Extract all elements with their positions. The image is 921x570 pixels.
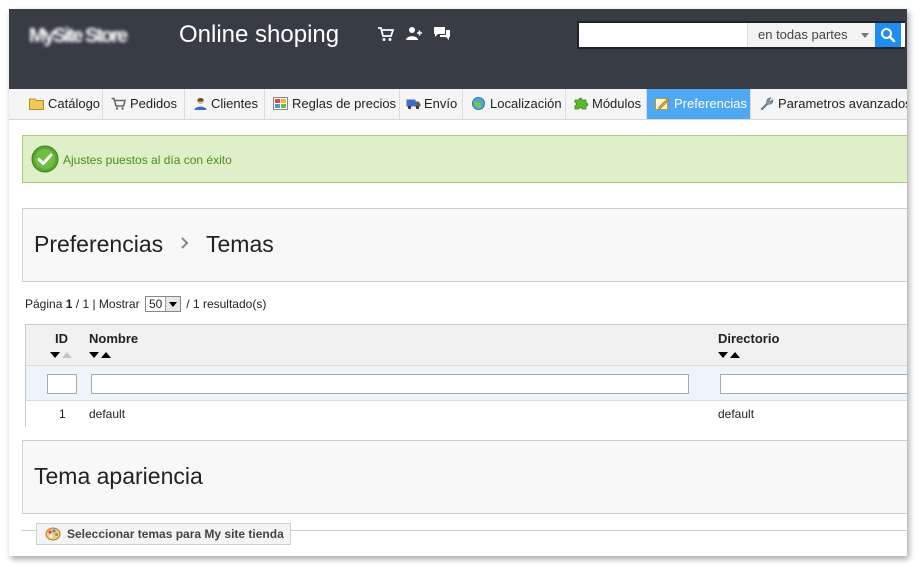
customers-icon[interactable] [405, 25, 423, 43]
per-page-value: 50 [148, 297, 163, 311]
wrench-icon [760, 97, 774, 110]
column-header-nombre: Nombre [89, 331, 139, 346]
cart-icon[interactable] [377, 25, 395, 43]
table-row[interactable]: 1 default default [26, 401, 907, 427]
site-title[interactable]: Online shoping [179, 21, 339, 49]
sort-asc-icon[interactable] [101, 352, 111, 358]
search-scope-select[interactable]: en todas partes [747, 23, 875, 47]
folder-icon [29, 98, 44, 110]
cart-icon [111, 97, 126, 110]
breadcrumb-current: Temas [206, 231, 274, 257]
pager-separator: / [75, 297, 80, 312]
breadcrumb-parent[interactable]: Preferencias [34, 231, 163, 258]
nav-label: Localización [490, 96, 562, 111]
sort-desc-icon[interactable] [718, 352, 728, 358]
preferences-icon [655, 98, 670, 110]
per-page-select[interactable]: 50 [144, 296, 181, 312]
globe-icon [472, 97, 485, 110]
nav-label: Parametros avanzados [778, 96, 907, 111]
filter-row [26, 366, 907, 401]
nav-label: Preferencias [674, 96, 747, 111]
admin-window: MySite Store Online shoping en todas par… [9, 9, 907, 556]
filter-nombre-input[interactable] [91, 374, 689, 394]
messages-icon[interactable] [433, 25, 451, 43]
cell-directorio: default [718, 407, 755, 421]
check-circle-icon [31, 145, 59, 173]
search-button[interactable] [875, 23, 901, 47]
nav-item-parametros-avanzados[interactable]: Parametros avanzados [751, 89, 907, 119]
sort-asc-icon[interactable] [730, 352, 740, 358]
select-themes-legend: Seleccionar temas para My site tienda [36, 523, 291, 545]
alert-message: Ajustes puestos al día con éxito [63, 153, 232, 167]
themes-icon [45, 527, 61, 541]
pager-results: / 1 resultado(s) [186, 297, 267, 312]
user-icon [194, 98, 207, 110]
nav-label: Clientes [211, 96, 258, 111]
pager-current-page: 1 [65, 297, 73, 312]
pager-total-pages: 1 [82, 297, 90, 312]
sort-asc-icon[interactable] [62, 352, 72, 358]
nav-label: Reglas de precios [292, 96, 397, 111]
nav-item-localizacion[interactable]: Localización [463, 89, 566, 119]
search-scope-value: en todas partes [758, 27, 848, 42]
breadcrumb-panel: Preferencias Temas [22, 208, 907, 282]
legend-label: Seleccionar temas para My site tienda [67, 527, 284, 541]
table-header: ID Nombre Directorio [26, 325, 907, 366]
search-icon [881, 28, 896, 43]
puzzle-icon [574, 97, 589, 110]
price-rules-icon [273, 97, 288, 110]
nav-item-modulos[interactable]: Módulos [566, 89, 647, 119]
nav-item-clientes[interactable]: Clientes [185, 89, 265, 119]
search-input[interactable] [579, 23, 747, 47]
nav-item-envio[interactable]: Envío [400, 89, 463, 119]
column-header-directorio: Directorio [718, 331, 780, 346]
chevron-down-icon [164, 297, 180, 311]
nav-item-reglas-de-precios[interactable]: Reglas de precios [265, 89, 400, 119]
filter-id-input[interactable] [47, 374, 77, 394]
cell-id: 1 [59, 407, 66, 421]
top-header: MySite Store Online shoping en todas par… [9, 9, 907, 89]
nav-item-preferencias[interactable]: Preferencias [647, 89, 751, 119]
cell-nombre: default [89, 407, 126, 421]
pagination: Página 1 / 1 | Mostrar 50 / 1 resultado(… [25, 296, 267, 313]
main-nav: Catálogo Pedidos Clientes Reglas de prec… [9, 89, 907, 120]
nav-label: Envío [424, 96, 458, 111]
themes-table: ID Nombre Directorio 1 default default [25, 324, 907, 427]
nav-label: Catálogo [48, 96, 101, 111]
success-alert: Ajustes puestos al día con éxito [22, 135, 907, 183]
nav-label: Módulos [592, 96, 642, 111]
filter-directorio-input[interactable] [720, 374, 907, 394]
section-title: Tema apariencia [34, 463, 203, 489]
pager-page-label: Página [25, 297, 63, 312]
chevron-down-icon [861, 33, 869, 38]
pager-show-label: | Mostrar [92, 297, 140, 312]
sort-desc-icon[interactable] [89, 352, 99, 358]
truck-icon [406, 99, 421, 110]
nav-label: Pedidos [130, 96, 177, 111]
search-edge [901, 23, 905, 47]
chevron-right-icon [181, 237, 189, 249]
appearance-panel: Tema apariencia [22, 440, 907, 514]
sort-desc-icon[interactable] [50, 352, 60, 358]
nav-item-catalogo[interactable]: Catálogo [21, 89, 103, 119]
search-bar: en todas partes [577, 21, 905, 49]
column-header-id: ID [55, 331, 68, 346]
nav-item-pedidos[interactable]: Pedidos [103, 89, 185, 119]
shop-logo[interactable]: MySite Store [29, 25, 172, 47]
